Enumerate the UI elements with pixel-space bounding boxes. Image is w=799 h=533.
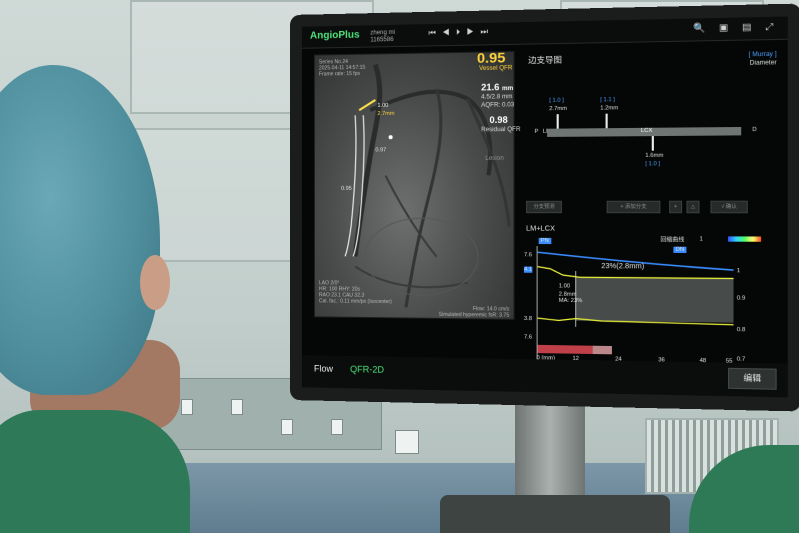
lesion-label: Lesion: [485, 155, 504, 162]
playback-controls[interactable]: ⏮ ◀ ⏵ ▶ ⏭: [428, 27, 490, 38]
legend-max: 0.6: [747, 236, 757, 243]
tab-qfr-2d[interactable]: QFR-2D: [350, 364, 384, 375]
p-label: P: [534, 128, 539, 135]
marker-top-2-sub: 1.2mm: [600, 105, 619, 112]
legend-label: 回缩曲线: [660, 237, 685, 244]
marker-top-2: [ 1.1 ]: [600, 96, 615, 104]
point-label: 1.00: [558, 283, 571, 290]
pn-marker: PN: [538, 237, 551, 245]
outlet: [281, 419, 293, 435]
left-axis-tick: 3.8: [523, 315, 533, 323]
monitor-screen: AngioPlus zheng mi 1165586 ⏮ ◀ ⏵ ▶ ⏭ 🔍 ▣…: [301, 16, 788, 398]
calibration-label: Cal. fac.: 0.11 mm/px (Isocenter): [318, 298, 392, 306]
marker-bottom-sub: 1.6mm: [645, 152, 664, 160]
lcx-label: LCX: [640, 127, 653, 135]
vessel-branch: [406, 89, 441, 308]
lesion-region: [575, 277, 734, 323]
right-axis-tick: 0.8: [736, 326, 746, 334]
bottom-bar: Flow QFR-2D 编辑: [301, 355, 788, 398]
branch-marker[interactable]: [651, 136, 654, 151]
user-id: 1165586: [370, 36, 394, 44]
right-axis-tick: 1: [736, 268, 741, 275]
person-ear: [140, 255, 170, 310]
angio-footer-meta: LAO 2/0° HR: 100 RHY: 20s RAO 23.1 CAU 3…: [319, 280, 392, 305]
photo-scene: AngioPlus zheng mi 1165586 ⏮ ◀ ⏵ ▶ ⏭ 🔍 ▣…: [0, 0, 799, 533]
aqfr-value: AQFR: 0.03: [481, 102, 515, 109]
hyperemic-label: Simulated hyperemic fsR: 3.75: [438, 311, 510, 319]
tab-flow[interactable]: Flow: [314, 363, 333, 373]
branch-marker[interactable]: [605, 113, 608, 129]
angio-lm-value: 1.00: [377, 102, 389, 110]
residual-qfr-label: Residual QFR: [481, 126, 521, 134]
edit-button[interactable]: 编辑: [728, 367, 777, 390]
delete-button[interactable]: △: [686, 200, 700, 214]
left-axis-tick: 7.6: [523, 334, 533, 341]
angio-lm-diameter: 2.7mm: [377, 110, 395, 118]
predict-branch-button[interactable]: 分支预测: [526, 200, 562, 214]
tree-title: 边支导图: [528, 55, 562, 66]
person-gown: [0, 410, 190, 533]
angio-mid-value: 0.97: [375, 147, 387, 154]
user-info: zheng mi 1165586: [370, 30, 395, 45]
legend-min: 1: [699, 236, 703, 243]
marker-top-1: [ 1.0 ]: [549, 97, 564, 104]
point-sub-2: MA: 23%: [558, 297, 583, 305]
outlet: [331, 419, 343, 435]
pullback-plot[interactable]: 23%(2.8mm) 1.00 2.8mm MA: 23%: [536, 246, 734, 376]
vessel-tree-panel: 边支导图 [ Murray ] Diameter [ 1.0 ] 2.7mm […: [522, 42, 781, 376]
diameter-mode[interactable]: Diameter: [749, 59, 777, 68]
marker-top-1-sub: 2.7mm: [549, 105, 568, 113]
d-label: D: [752, 126, 757, 134]
outlet: [231, 399, 243, 415]
confirm-button[interactable]: √ 确认: [710, 200, 748, 214]
add-branch-button[interactable]: + 添加分支: [606, 200, 661, 214]
branch-marker[interactable]: [556, 114, 559, 129]
right-axis-tick: 0.9: [736, 295, 746, 302]
left-axis-tick: 7.6: [523, 252, 533, 259]
monitor-stand: [515, 390, 585, 510]
outlet: [181, 399, 193, 415]
toolbar-icons[interactable]: 🔍 ▣ ▤ ⤢: [693, 21, 779, 34]
stenosis-label: 23%(2.8mm): [601, 262, 645, 271]
lesion-marker-hatch: [592, 345, 612, 355]
residual-qfr-value: 0.98: [489, 114, 508, 126]
monitor-stand-base: [440, 495, 670, 533]
monitor: AngioPlus zheng mi 1165586 ⏮ ◀ ⏵ ▶ ⏭ 🔍 ▣…: [290, 3, 799, 412]
mode-selector[interactable]: [ Murray ] Diameter: [749, 51, 777, 68]
vessel-qfr-label: Vessel QFR: [479, 65, 513, 73]
marker-dot: [388, 135, 393, 140]
wall-socket: [395, 430, 419, 454]
app-brand: AngioPlus: [309, 29, 360, 42]
flow-meta: Flow: 14.0 cm/s Simulated hyperemic fsR:…: [439, 306, 510, 319]
marker-bottom: [ 1.0 ]: [645, 161, 661, 168]
angio-lower-value: 0.95: [341, 185, 352, 192]
vessel-qfr-value: 0.95: [476, 49, 506, 66]
diameter-values: 4.5/2.8 mm: [481, 94, 513, 101]
lesion-length-value: 21.6 mm: [481, 82, 514, 93]
add-button[interactable]: +: [669, 200, 683, 214]
left-axis-tick: 4.1: [523, 266, 533, 273]
vessel-branch: [386, 175, 437, 256]
plot-title: LM+LCX: [526, 225, 555, 233]
